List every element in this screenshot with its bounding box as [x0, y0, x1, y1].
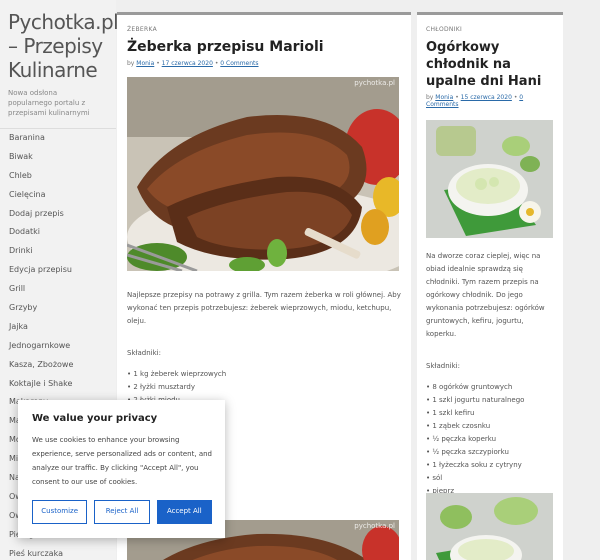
category-link[interactable]: Drinki: [0, 242, 116, 261]
category-link[interactable]: Jajka: [0, 318, 116, 337]
cookie-consent-dialog: We value your privacy We use cookies to …: [18, 400, 225, 538]
post-meta: by Monia • 15 czerwca 2020 • 0 Comments: [426, 94, 555, 108]
ingredients-heading: Składniki:: [426, 362, 460, 370]
soup-illustration: [426, 120, 553, 238]
soup-illustration-second: [426, 493, 553, 560]
category-link[interactable]: Edycja przepisu: [0, 261, 116, 280]
post-category[interactable]: CHŁODNIKI: [426, 26, 555, 33]
ingredients-list: 8 ogórków gruntowych 1 szkl jogurtu natu…: [426, 381, 555, 498]
cookie-buttons: Customize Reject All Accept All: [32, 500, 212, 524]
meta-separator: •: [455, 94, 459, 101]
site-description: Nowa odsłona popularnego portalu z przep…: [8, 89, 90, 117]
category-link[interactable]: Kasza, Zbożowe: [0, 356, 116, 375]
ingredient-item: ½ pęczka koperku: [426, 433, 555, 446]
author-link[interactable]: Monia: [435, 94, 453, 101]
category-link[interactable]: Grill: [0, 280, 116, 299]
ingredient-item: 2 łyżki musztardy: [127, 381, 402, 394]
post-intro: Najlepsze przepisy na potrawy z grilla. …: [127, 291, 401, 325]
image-watermark: pychotka.pl: [354, 79, 395, 87]
category-link[interactable]: Dodatki: [0, 223, 116, 242]
customize-button[interactable]: Customize: [32, 500, 88, 524]
ingredient-item: 1 kg żeberek wieprzowych: [127, 368, 402, 381]
ingredient-item: sól: [426, 472, 555, 485]
ingredient-item: 1 szkl kefiru: [426, 407, 555, 420]
category-link[interactable]: Chleb: [0, 167, 116, 186]
reject-all-button[interactable]: Reject All: [94, 500, 150, 524]
soup-photo[interactable]: [426, 120, 553, 238]
ingredient-item: 1 szkl jogurtu naturalnego: [426, 394, 555, 407]
ingredient-item: ½ pęczka szczypiorku: [426, 446, 555, 459]
soup-photo-second[interactable]: [426, 493, 553, 560]
meta-separator: •: [156, 60, 160, 67]
post-intro: Na dworze coraz cieplej, więc na obiad i…: [426, 252, 545, 338]
image-watermark: pychotka.pl: [354, 522, 395, 530]
by-label: by: [127, 60, 135, 67]
ingredient-item: 1 ząbek czosnku: [426, 420, 555, 433]
category-link[interactable]: Biwak: [0, 148, 116, 167]
ingredient-item: 1 łyżeczka soku z cytryny: [426, 459, 555, 472]
meta-separator: •: [513, 94, 518, 101]
accept-all-button[interactable]: Accept All: [156, 500, 212, 524]
site-title[interactable]: Pychotka.pl – Przepisy Kulinarne: [0, 0, 119, 82]
category-link[interactable]: Jednogarnkowe: [0, 337, 116, 356]
ribs-illustration: [127, 77, 399, 271]
date-link[interactable]: 17 czerwca 2020: [162, 60, 213, 67]
category-link[interactable]: Dodaj przepis: [0, 205, 116, 224]
date-link[interactable]: 15 czerwca 2020: [461, 94, 512, 101]
post-title[interactable]: Ogórkowy chłodnik na upalne dni Hani: [426, 39, 555, 90]
cookie-title: We value your privacy: [32, 413, 158, 424]
post-category[interactable]: ŻEBERKA: [127, 26, 402, 33]
category-link[interactable]: Cielęcina: [0, 186, 116, 205]
meta-separator: •: [214, 60, 219, 67]
by-label: by: [426, 94, 434, 101]
author-link[interactable]: Monia: [136, 60, 154, 67]
side-post-card: CHŁODNIKI Ogórkowy chłodnik na upalne dn…: [417, 12, 563, 560]
ingredient-item: 8 ogórków gruntowych: [426, 381, 555, 394]
cookie-text: We use cookies to enhance your browsing …: [32, 436, 212, 486]
category-link[interactable]: Pieś kurczaka: [0, 545, 116, 560]
comments-link[interactable]: 0 Comments: [220, 60, 258, 67]
post-meta: by Monia • 17 czerwca 2020 • 0 Comments: [127, 60, 402, 67]
post-title[interactable]: Żeberka przepisu Marioli: [127, 38, 402, 56]
ingredients-heading: Składniki:: [127, 349, 161, 357]
category-link[interactable]: Baranina: [0, 129, 116, 148]
category-link[interactable]: Grzyby: [0, 299, 116, 318]
ribs-photo[interactable]: pychotka.pl: [127, 77, 399, 271]
category-link[interactable]: Koktajle i Shake: [0, 375, 116, 394]
